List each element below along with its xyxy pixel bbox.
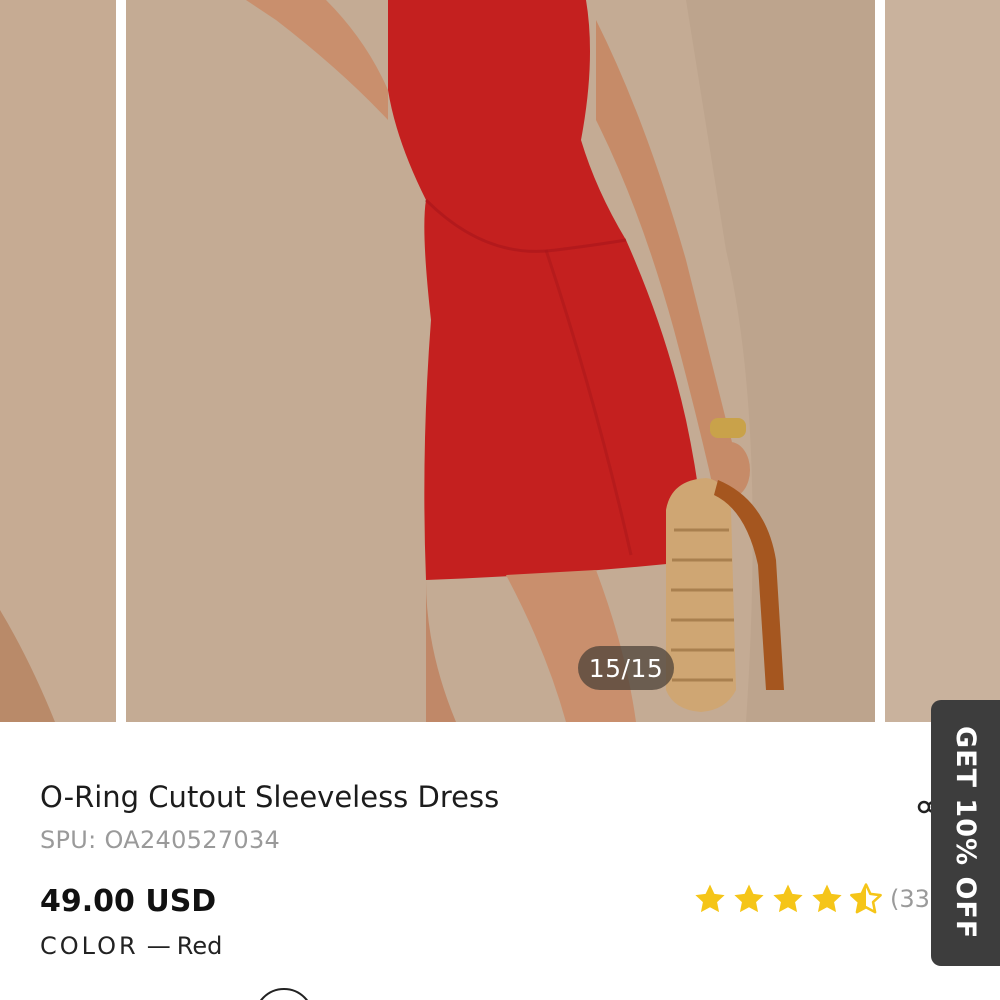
image-carousel[interactable]: 15/15 — [0, 0, 1000, 722]
color-selection-label: COLOR — Red — [40, 932, 222, 960]
color-label: COLOR — [40, 932, 139, 960]
color-swatch-selected[interactable] — [254, 988, 314, 1000]
star-icon — [734, 884, 764, 913]
previous-slide-image[interactable] — [0, 0, 116, 722]
product-price: 49.00 USD — [40, 884, 217, 919]
star-icon — [773, 884, 803, 913]
color-separator: — — [146, 932, 171, 960]
selected-color-value: Red — [176, 932, 223, 960]
rating-stars[interactable]: (33) — [693, 880, 939, 918]
color-swatches — [40, 988, 340, 1000]
discount-promo-tab[interactable]: GET 10% OFF — [931, 700, 1000, 966]
half-star-icon — [850, 883, 882, 914]
image-counter: 15/15 — [578, 646, 674, 690]
product-title: O-Ring Cutout Sleeveless Dress — [40, 780, 500, 814]
promo-label: GET 10% OFF — [950, 726, 981, 940]
product-spu: SPU: OA240527034 — [40, 826, 281, 854]
star-icon — [695, 884, 725, 913]
star-icon — [812, 884, 842, 913]
next-slide-image[interactable] — [885, 0, 1000, 722]
product-image[interactable]: 15/15 — [126, 0, 875, 722]
